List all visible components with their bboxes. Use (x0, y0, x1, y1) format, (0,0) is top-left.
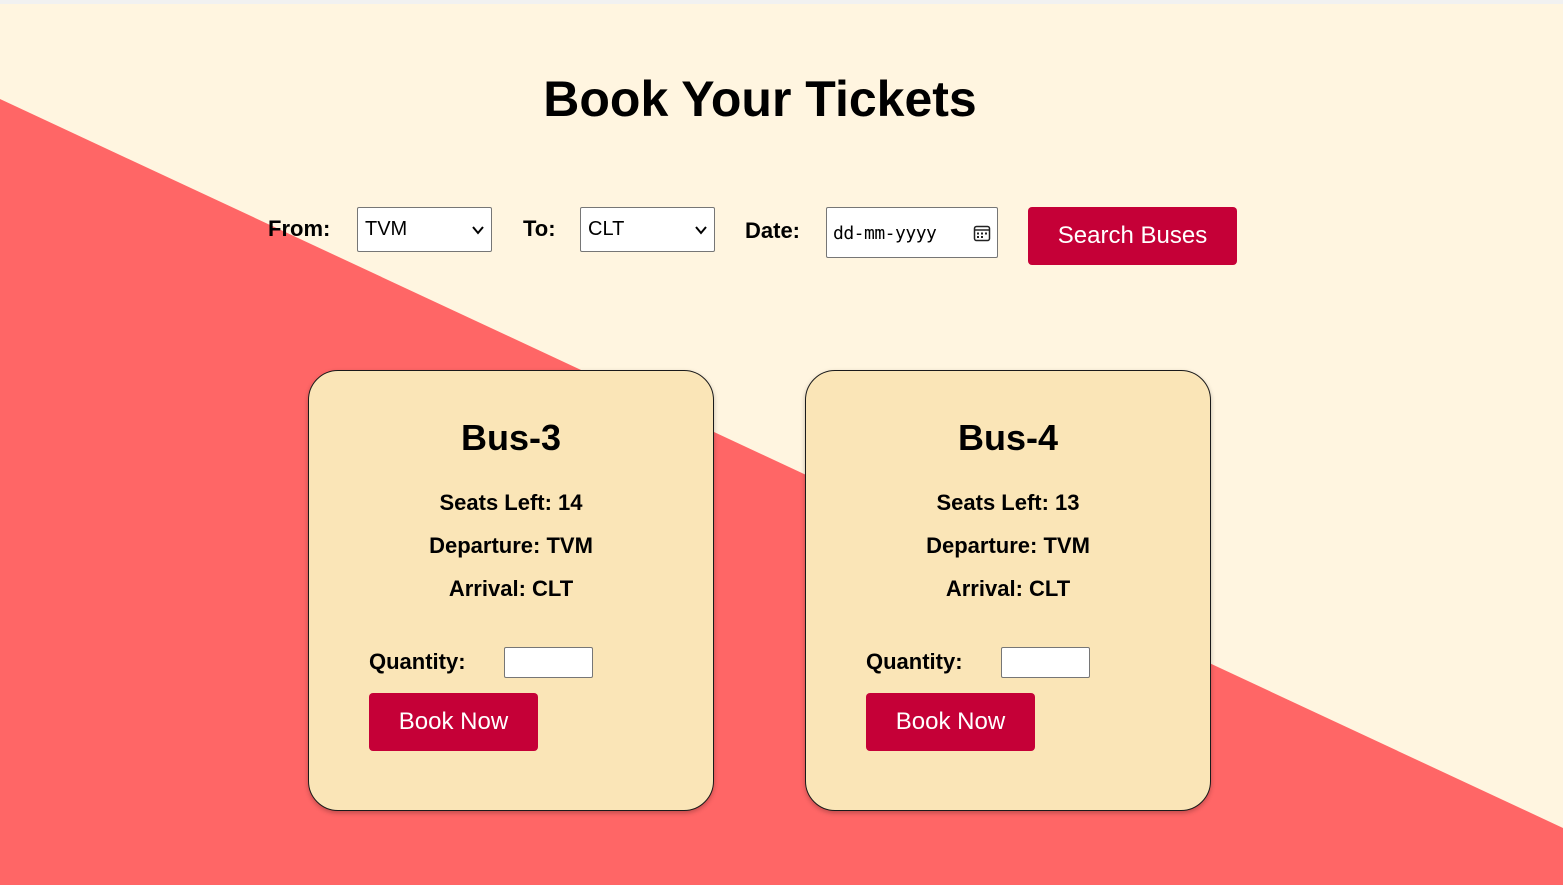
chevron-down-icon (695, 226, 707, 235)
arrival: Arrival: CLT (945, 576, 1071, 601)
seats-left: Seats Left: 13 (936, 490, 1080, 515)
departure: Departure: TVM (429, 533, 593, 558)
date-label: Date: (745, 218, 801, 243)
quantity-label: Quantity: (369, 649, 466, 674)
from-label: From: (268, 216, 331, 241)
book-now-button[interactable]: Book Now (369, 693, 538, 751)
to-select[interactable]: CLT (580, 207, 715, 252)
to-select-value: CLT (588, 218, 625, 240)
seats-left: Seats Left: 14 (439, 490, 583, 515)
departure: Departure: TVM (926, 533, 1090, 558)
bus-name: Bus-4 (957, 417, 1059, 458)
bus-card: Bus-3 Seats Left: 14 Departure: TVM Arri… (308, 370, 714, 811)
calendar-icon[interactable] (973, 224, 991, 242)
bus-card: Bus-4 Seats Left: 13 Departure: TVM Arri… (805, 370, 1211, 811)
date-placeholder: dd-mm-yyyy (833, 223, 937, 244)
to-label: To: (523, 216, 556, 241)
arrival: Arrival: CLT (448, 576, 574, 601)
chevron-down-icon (472, 226, 484, 235)
search-buses-button[interactable]: Search Buses (1028, 207, 1237, 265)
diagonal-red-band (0, 99, 1563, 885)
date-input[interactable]: dd-mm-yyyy (826, 207, 998, 258)
page-title: Book Your Tickets (543, 71, 977, 127)
diagonal-background (0, 99, 1563, 885)
quantity-input[interactable] (504, 647, 593, 678)
quantity-input[interactable] (1001, 647, 1090, 678)
book-now-button[interactable]: Book Now (866, 693, 1035, 751)
from-select-value: TVM (365, 218, 408, 240)
quantity-label: Quantity: (866, 649, 963, 674)
from-select[interactable]: TVM (357, 207, 492, 252)
bus-name: Bus-3 (460, 417, 562, 458)
